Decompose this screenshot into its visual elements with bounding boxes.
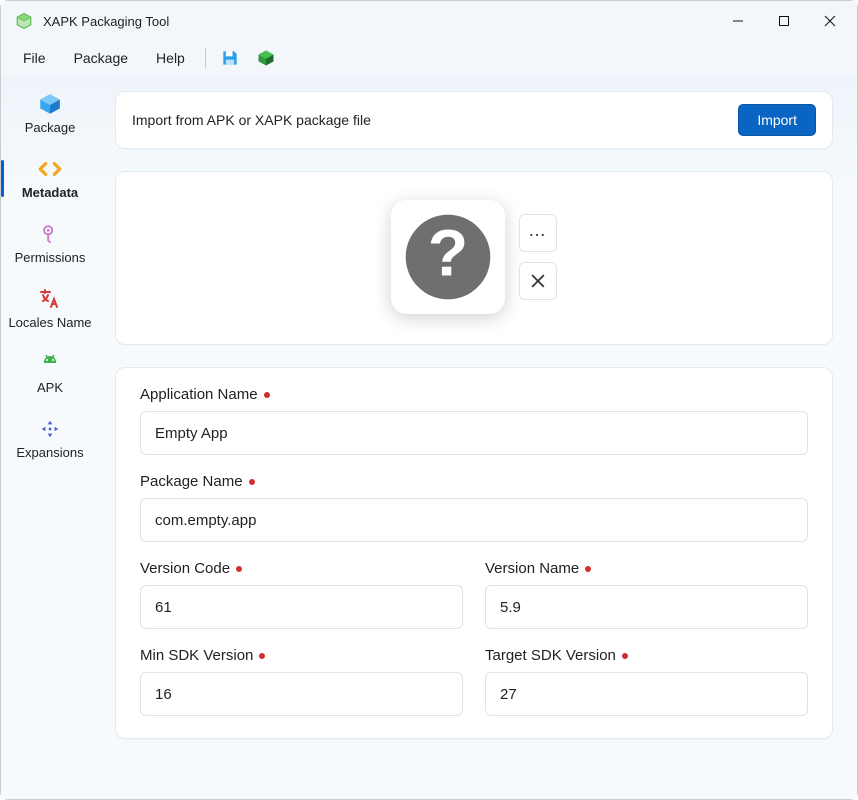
sidebar-item-label: Metadata [22,186,78,201]
label-text: Min SDK Version [140,647,253,664]
maximize-button[interactable] [761,1,807,41]
cube-icon [37,91,63,117]
label-text: Package Name [140,473,243,490]
android-icon [37,351,63,377]
label-text: Version Code [140,560,230,577]
sidebar-item-metadata[interactable]: Metadata [1,146,99,211]
label-text: Target SDK Version [485,647,616,664]
label-package-name: Package Name [140,473,808,490]
label-min-sdk: Min SDK Version [140,647,463,664]
sidebar-item-locales[interactable]: Locales Name [1,276,99,341]
clear-icon-button[interactable] [519,262,557,300]
form-card: Application Name Package Name Version Co… [115,367,833,739]
sidebar-item-permissions[interactable]: Permissions [1,211,99,276]
menu-file[interactable]: File [9,44,60,72]
sidebar-item-package[interactable]: Package [1,81,99,146]
icon-card: ? … [115,171,833,345]
sidebar-item-apk[interactable]: APK [1,341,99,406]
app-logo-icon [15,12,33,30]
sidebar: Package Metadata Permissions Locales Nam… [1,75,99,799]
close-button[interactable] [807,1,853,41]
import-card: Import from APK or XAPK package file Imp… [115,91,833,149]
minimize-button[interactable] [715,1,761,41]
required-dot-icon [585,566,591,572]
save-icon[interactable] [220,48,240,68]
label-version-name: Version Name [485,560,808,577]
input-target-sdk[interactable] [485,672,808,716]
translate-icon [37,286,63,312]
sidebar-item-label: Package [25,121,76,136]
required-dot-icon [264,392,270,398]
sidebar-item-label: Expansions [16,446,83,461]
sidebar-item-label: Permissions [15,251,86,266]
required-dot-icon [622,653,628,659]
input-package-name[interactable] [140,498,808,542]
field-version-code: Version Code [140,560,463,629]
input-min-sdk[interactable] [140,672,463,716]
sidebar-item-expansions[interactable]: Expansions [1,406,99,471]
required-dot-icon [249,479,255,485]
field-app-name: Application Name [140,386,808,455]
browse-icon-button[interactable]: … [519,214,557,252]
menubar: File Package Help [1,41,857,75]
key-icon [37,221,63,247]
main-area: Package Metadata Permissions Locales Nam… [1,75,857,799]
sidebar-item-label: Locales Name [8,316,91,331]
import-button[interactable]: Import [738,104,816,136]
app-icon-preview: ? [391,200,505,314]
package-cube-icon[interactable] [256,48,276,68]
icon-actions: … [519,214,557,300]
required-dot-icon [259,653,265,659]
expand-arrows-icon [37,416,63,442]
field-min-sdk: Min SDK Version [140,647,463,716]
menu-package[interactable]: Package [60,44,142,72]
window-title: XAPK Packaging Tool [43,14,169,29]
input-version-name[interactable] [485,585,808,629]
titlebar: XAPK Packaging Tool [1,1,857,41]
input-app-name[interactable] [140,411,808,455]
label-text: Version Name [485,560,579,577]
label-text: Application Name [140,386,258,403]
menu-separator [205,48,206,68]
label-version-code: Version Code [140,560,463,577]
field-target-sdk: Target SDK Version [485,647,808,716]
label-app-name: Application Name [140,386,808,403]
label-target-sdk: Target SDK Version [485,647,808,664]
required-dot-icon [236,566,242,572]
menu-help[interactable]: Help [142,44,199,72]
sidebar-item-label: APK [37,381,63,396]
content-column: Import from APK or XAPK package file Imp… [99,75,857,799]
import-description: Import from APK or XAPK package file [132,112,371,128]
code-icon [37,156,63,182]
field-package-name: Package Name [140,473,808,542]
field-version-name: Version Name [485,560,808,629]
input-version-code[interactable] [140,585,463,629]
svg-text:?: ? [428,216,468,290]
